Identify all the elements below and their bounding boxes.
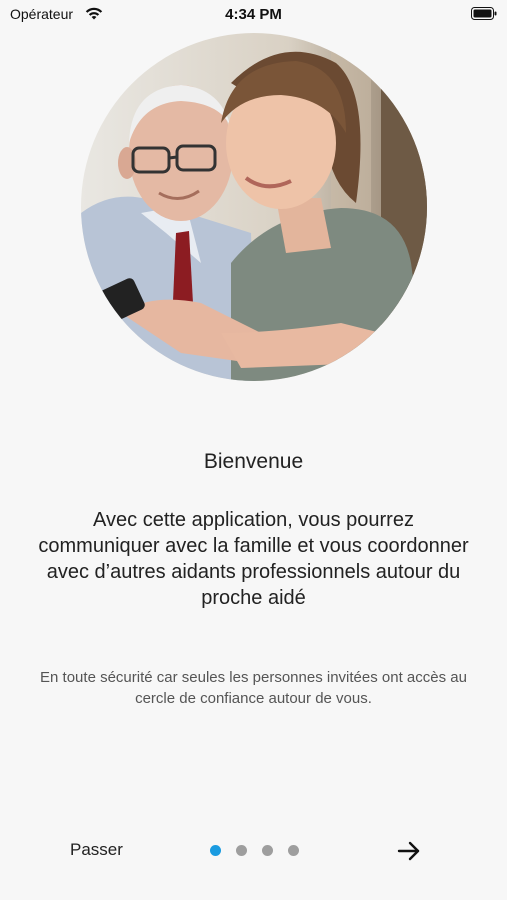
page-dot-4[interactable] <box>288 845 299 856</box>
page-dot-3[interactable] <box>262 845 273 856</box>
onboarding-description: Avec cette application, vous pourrez com… <box>38 509 469 609</box>
onboarding-title: Bienvenue <box>203 450 304 473</box>
status-time: 4:34 PM <box>225 6 282 23</box>
skip-button[interactable]: Passer <box>70 840 123 860</box>
battery-icon <box>471 7 497 20</box>
arrow-right-icon[interactable] <box>396 838 422 864</box>
page-dot-2[interactable] <box>236 845 247 856</box>
page-dot-1[interactable] <box>210 845 221 856</box>
onboarding-security-note: En toute sécurité car seules les personn… <box>40 669 467 707</box>
photo-elderly-man-and-young-woman <box>81 33 427 381</box>
status-bar: Opérateur 4:34 PM <box>0 0 507 28</box>
page-indicator <box>210 845 299 857</box>
onboarding-illustration <box>81 33 427 381</box>
